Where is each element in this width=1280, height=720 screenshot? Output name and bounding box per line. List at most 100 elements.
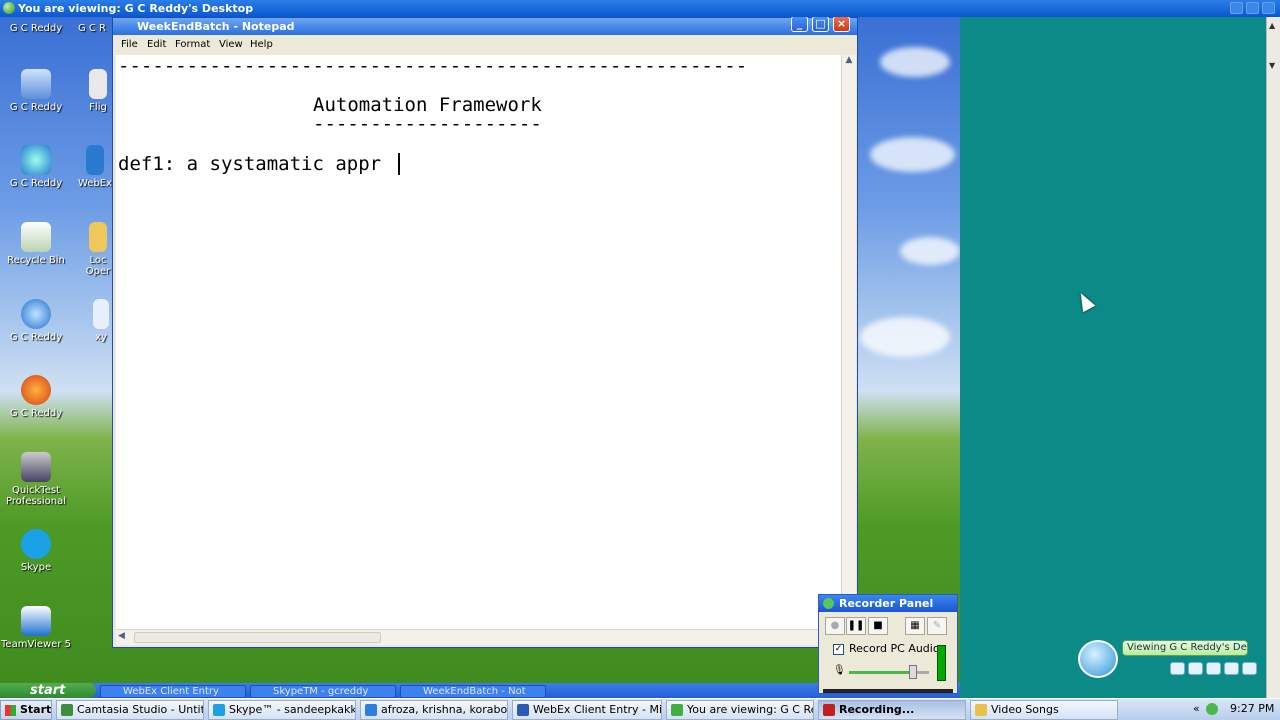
camtasia-icon: [61, 704, 73, 716]
desktop-icon-skype[interactable]: Skype: [0, 529, 72, 573]
notepad-title-bar[interactable]: WeekEndBatch - Notepad _ □ ×: [113, 17, 857, 35]
task-label: You are viewing: G C Re...: [687, 703, 814, 716]
remote-start-button[interactable]: start: [0, 683, 96, 698]
volume-slider[interactable]: [849, 671, 929, 674]
desktop-icon-label: G C Reddy: [9, 23, 63, 34]
record-audio-option[interactable]: ✓ Record PC Audio: [833, 642, 940, 655]
recycle-bin-icon: [21, 222, 51, 252]
participants-icon[interactable]: [1188, 662, 1203, 675]
task-label: afroza, krishna, koraboin...: [381, 703, 508, 716]
volume-fill: [849, 671, 913, 674]
desktop-icon-quicktest[interactable]: QuickTest Professional: [0, 452, 72, 507]
microphone-icon: 🎙: [833, 665, 846, 676]
desktop-icon-label: G C Reddy: [9, 408, 63, 419]
flight-icon: [89, 69, 107, 99]
stop-button[interactable]: ■: [868, 617, 888, 635]
recorder-app-icon: [823, 598, 834, 609]
recorder-title: Recorder Panel: [839, 597, 934, 610]
menu-view[interactable]: View: [219, 39, 243, 50]
webex-bubble-icon[interactable]: [1078, 640, 1118, 678]
task-label: Camtasia Studio - Untitle...: [77, 703, 204, 716]
recorder-title-bar[interactable]: Recorder Panel: [819, 595, 957, 612]
desktop-icon-label: xy: [95, 332, 107, 343]
desktop-icon-local-operation[interactable]: Loc Oper: [84, 222, 112, 277]
video-icon[interactable]: [1224, 662, 1239, 675]
task-viewer[interactable]: You are viewing: G C Re...: [666, 700, 814, 720]
start-button[interactable]: Start: [0, 700, 52, 720]
viewer-title-bar: You are viewing: G C Reddy's Desktop: [0, 0, 1280, 17]
desktop-icon-gc-reddy-2[interactable]: G C R: [72, 23, 112, 34]
desktop-icon-label: Loc Oper: [85, 255, 111, 277]
chat-icon[interactable]: [1206, 662, 1221, 675]
task-label: Recording...: [839, 703, 915, 716]
viewer-maximize-button[interactable]: [1246, 2, 1259, 14]
viewing-label[interactable]: Viewing G C Reddy's De...: [1122, 640, 1248, 656]
folder-icon: [975, 704, 987, 716]
notepad-title: WeekEndBatch - Notepad: [137, 20, 295, 33]
desktop-icon-webex[interactable]: WebEx: [78, 145, 112, 189]
desktop-icon-flight[interactable]: Flig: [84, 69, 112, 113]
notepad-maximize-button[interactable]: □: [812, 17, 829, 32]
webex-globe-icon: [671, 704, 683, 716]
desktop-icon-gc-reddy-1[interactable]: G C Reddy: [0, 23, 72, 34]
desktop-icon-gc-reddy-6[interactable]: G C Reddy: [0, 375, 72, 419]
desktop-icon-teamviewer[interactable]: TeamViewer 5: [0, 606, 72, 650]
desktop-icon-label: G C Reddy: [9, 102, 63, 113]
task-webex-entry[interactable]: WebEx Client Entry - Mic...: [512, 700, 662, 720]
menu-edit[interactable]: Edit: [147, 39, 166, 50]
desktop-icon-recycle-bin[interactable]: Recycle Bin: [0, 222, 72, 266]
annotate-icon[interactable]: [1170, 662, 1185, 675]
menu-file[interactable]: File: [121, 39, 138, 50]
task-recording[interactable]: Recording...: [818, 700, 966, 720]
taskbar: Start Camtasia Studio - Untitle... Skype…: [0, 698, 1280, 720]
task-skype[interactable]: Skype™ - sandeepkakka...: [208, 700, 356, 720]
scroll-up-icon[interactable]: ▲: [1269, 21, 1275, 30]
notepad-close-button[interactable]: ×: [833, 17, 850, 32]
notepad-text-area[interactable]: ----------------------------------------…: [116, 55, 841, 629]
remote-task-skype[interactable]: SkypeTM - gcreddy: [250, 685, 396, 698]
remote-task-webex[interactable]: WebEx Client Entry: [100, 685, 246, 698]
viewer-close-button[interactable]: [1262, 2, 1275, 14]
record-button[interactable]: ●: [825, 617, 845, 635]
webex-icon: [86, 145, 104, 175]
viewer-minimize-button[interactable]: [1230, 2, 1243, 14]
desktop-icon-gc-reddy-4[interactable]: G C Reddy: [0, 145, 72, 189]
notepad-minimize-button[interactable]: _: [791, 17, 808, 32]
tools-button[interactable]: ✎: [927, 617, 947, 635]
desktop-icon-label: TeamViewer 5: [1, 639, 71, 650]
desktop-icon-label: Recycle Bin: [7, 255, 65, 266]
remote-task-notepad[interactable]: WeekEndBatch - Not: [400, 685, 546, 698]
expand-icon[interactable]: [1242, 662, 1257, 675]
pause-button[interactable]: ❚❚: [846, 617, 866, 635]
remote-desktop: G C Reddy G C R G C Reddy Flig G C Reddy…: [0, 17, 960, 698]
task-camtasia[interactable]: Camtasia Studio - Untitle...: [56, 700, 204, 720]
task-video-songs[interactable]: Video Songs: [970, 700, 1118, 720]
desktop-icon-gc-reddy-3[interactable]: G C Reddy: [0, 69, 72, 113]
skype-icon: [213, 704, 225, 716]
task-chat[interactable]: afroza, krishna, koraboin...: [360, 700, 508, 720]
recorder-panel: Recorder Panel ● ❚❚ ■ ▦ ✎ ✓ Record PC Au…: [818, 594, 958, 694]
notepad-menu-bar: File Edit Format View Help: [113, 35, 857, 55]
webex-icon: [517, 704, 529, 716]
webcam-button[interactable]: ▦: [905, 617, 925, 635]
tray-expand-icon[interactable]: «: [1193, 700, 1200, 718]
desktop-icon-word-doc[interactable]: xy: [90, 299, 112, 343]
scroll-left-icon[interactable]: ◀: [118, 631, 125, 641]
scroll-down-icon[interactable]: ▼: [1269, 61, 1275, 70]
security-shield-icon[interactable]: [1206, 703, 1218, 715]
menu-help[interactable]: Help: [250, 39, 273, 50]
desktop-icon-label: G C R: [77, 23, 107, 34]
quicktest-icon: [21, 452, 51, 482]
record-audio-label: Record PC Audio: [849, 642, 940, 655]
desktop-icon-gc-reddy-5[interactable]: G C Reddy: [0, 299, 72, 343]
notepad-horizontal-scrollbar[interactable]: ◀: [116, 629, 841, 645]
scrollbar-thumb[interactable]: [134, 632, 381, 643]
internet-explorer-icon: [21, 299, 51, 329]
notepad-vertical-scrollbar[interactable]: ▲: [841, 55, 856, 629]
folder-icon: [89, 222, 107, 252]
menu-format[interactable]: Format: [175, 39, 210, 50]
viewer-scrollbar[interactable]: ▲ ▼: [1266, 17, 1280, 698]
scroll-up-icon[interactable]: ▲: [842, 55, 856, 71]
volume-slider-knob[interactable]: [909, 665, 917, 679]
record-audio-checkbox[interactable]: ✓: [833, 644, 844, 655]
